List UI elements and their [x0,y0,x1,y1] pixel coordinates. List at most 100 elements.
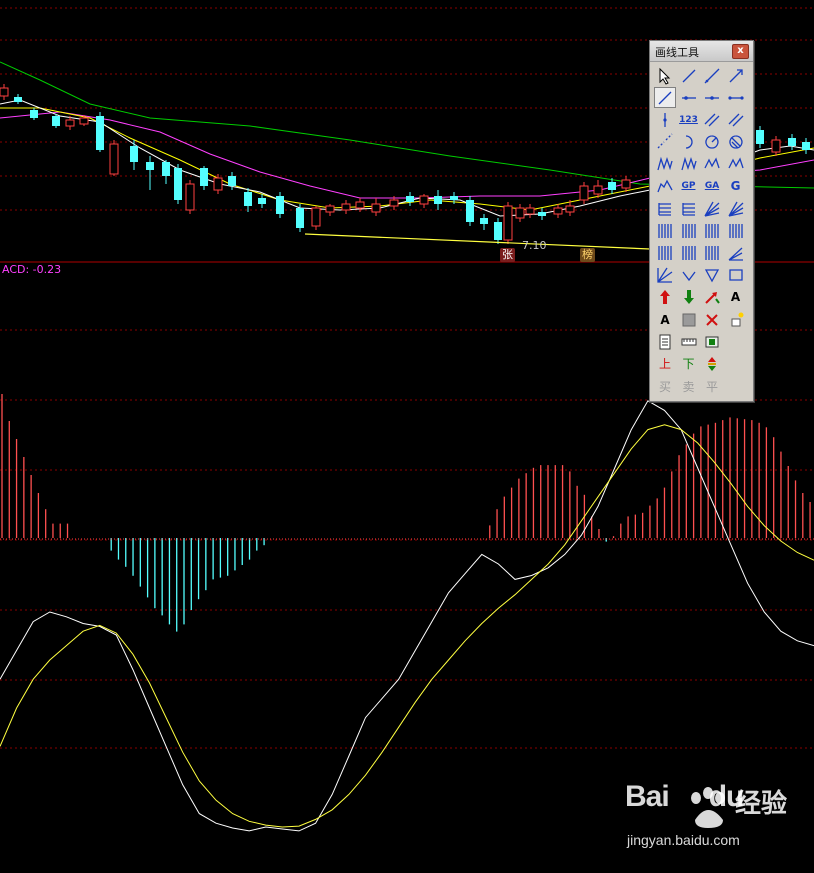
candle-body [494,222,502,240]
gann-9-icon[interactable] [725,220,747,241]
up-down-arrows-icon[interactable] [701,353,723,374]
flat-button[interactable]: 平 [701,376,723,397]
angle-lines-icon[interactable] [725,243,747,264]
candlestick [96,112,104,152]
parallel-lines-icon[interactable] [701,109,723,130]
text-icon[interactable]: A [725,287,747,308]
candle-body [389,199,399,207]
grey-box-icon[interactable] [678,309,700,330]
document-icon[interactable] [654,331,676,352]
mountain-wave-icon[interactable] [654,176,676,197]
horizontal-ray-icon[interactable] [701,87,723,108]
zhang-badge[interactable]: 张 [500,248,515,262]
fibonacci-level-icon[interactable] [654,198,676,219]
drawing-tools-palette[interactable]: 画线工具 x 123 GP GA G A A 上下买卖平 [649,40,754,402]
line-segment-icon[interactable] [678,65,700,86]
up-mark-icon[interactable]: 上 [654,353,676,374]
gann-fan-icon[interactable] [654,265,676,286]
vertical-line-icon[interactable] [654,109,676,130]
price-label-icon[interactable]: 123 [678,109,700,130]
dollar-note-icon[interactable] [701,331,723,352]
lock-icon [731,312,743,327]
horizontal-segment-icon[interactable] [725,87,747,108]
candle-body [213,177,223,191]
text-note-icon[interactable]: A [654,309,676,330]
candlestick [494,218,502,244]
straight-line-icon [658,91,672,105]
candlestick [593,180,603,198]
time-zone-icon[interactable] [654,220,676,241]
parallel-channel-icon[interactable] [725,109,747,130]
fan-lines-icon[interactable] [725,198,747,219]
ray-line-icon[interactable] [701,65,723,86]
empty-slot [725,376,747,397]
candlestick [406,192,414,206]
candlestick [185,180,195,214]
multi-vertical-icon[interactable] [654,243,676,264]
down-arrow-line-icon[interactable] [678,265,700,286]
bang-badge[interactable]: 榜 [580,248,595,262]
down-mark-icon[interactable]: 下 [678,353,700,374]
candlestick [341,200,351,214]
lock-icon[interactable] [725,309,747,330]
candle-body [276,196,284,214]
candlestick [0,84,9,100]
gann-gp-icon[interactable]: GP [678,176,700,197]
rectangle-icon[interactable] [725,265,747,286]
speed-lines-icon[interactable] [701,198,723,219]
circle-icon[interactable] [701,132,723,153]
candlestick [296,204,304,232]
down-arrow-icon[interactable] [678,287,700,308]
sell-button[interactable]: 卖 [678,376,700,397]
candle-body [538,212,546,216]
circle-arc-icon[interactable] [678,132,700,153]
circle-arc-icon [685,135,693,149]
candle-body [579,185,589,201]
wave-m-icon[interactable] [678,154,700,175]
candle-body [515,207,525,219]
wave-n-icon[interactable] [701,154,723,175]
gann-g-icon[interactable]: G [725,176,747,197]
triangle-icon[interactable] [701,265,723,286]
palette-titlebar[interactable]: 画线工具 x [650,41,753,62]
grey-box-icon [682,313,695,327]
candlestick [579,182,589,204]
equal-time-icon[interactable] [678,243,700,264]
dotted-lines-icon[interactable] [654,132,676,153]
ray-line-icon [704,68,720,83]
horizontal-point-icon[interactable] [678,87,700,108]
candle-body [311,207,321,227]
time-ratio-icon[interactable] [701,243,723,264]
price-note: 7.10 [522,239,547,252]
arrow-line-icon[interactable] [725,65,747,86]
line-segment-icon [682,69,695,82]
cycle-lines-icon[interactable] [678,220,700,241]
delete-icon[interactable] [701,309,723,330]
candle-body [244,192,252,206]
up-arrow-icon[interactable] [654,287,676,308]
horizontal-segment-icon [727,96,744,100]
wave-v-icon[interactable] [725,154,747,175]
fibonacci-t-icon[interactable] [678,198,700,219]
ruler-icon[interactable] [678,331,700,352]
circle-cross-icon[interactable] [725,132,747,153]
candle-body [174,168,182,200]
trend-arrow-icon[interactable] [701,287,723,308]
trend-line[interactable] [304,233,651,250]
gann-ga-icon-label: GA [704,181,720,192]
straight-line-icon[interactable] [654,87,676,109]
wave-w-icon[interactable] [654,154,676,175]
arrow-line-icon [729,68,743,82]
candlestick [311,206,321,230]
gann-ga-icon[interactable]: GA [701,176,723,197]
trend-arrow-icon [705,292,720,305]
cursor-arrow-icon[interactable] [654,65,676,86]
candlestick [109,140,119,176]
buy-button[interactable]: 买 [654,376,676,397]
wave-n-icon [704,157,720,169]
candlestick [244,188,252,212]
wave-v-icon [727,157,744,169]
close-button[interactable]: x [732,44,749,59]
vertical-line-icon [663,112,667,127]
fibonacci-time-icon[interactable] [701,220,723,241]
